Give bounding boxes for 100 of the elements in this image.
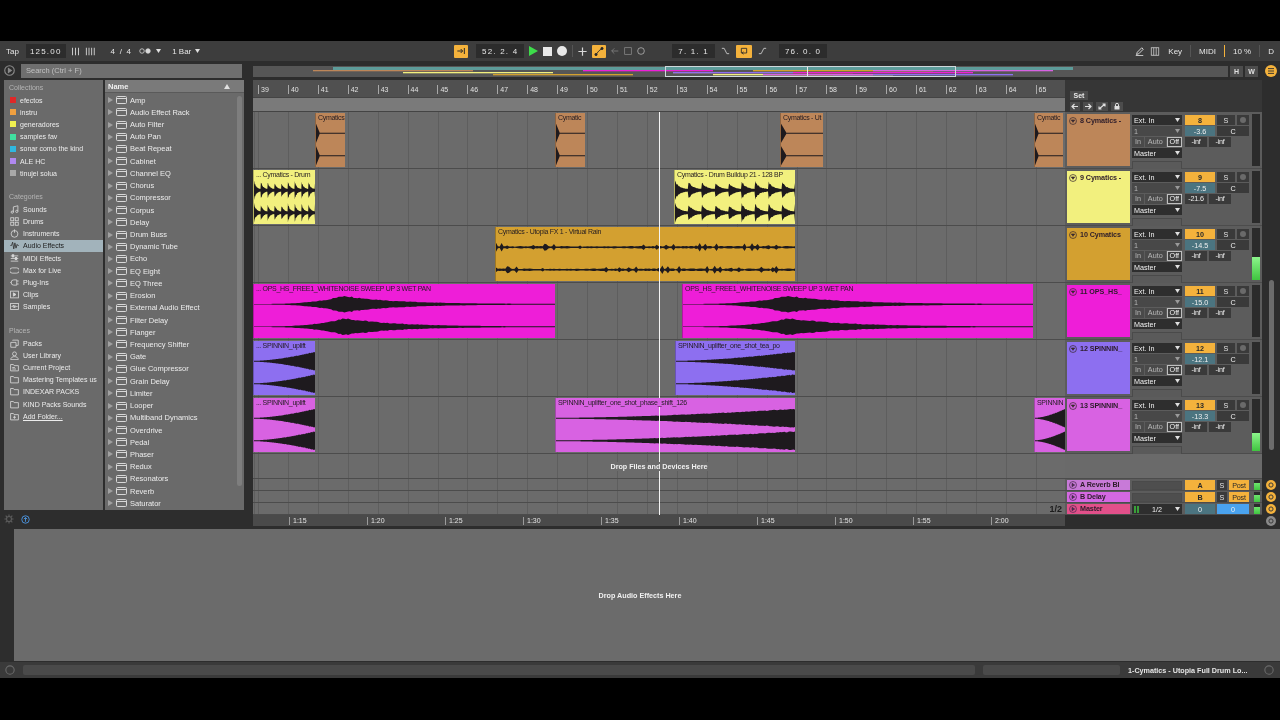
bars-icon[interactable] bbox=[70, 46, 80, 56]
device-icon bbox=[116, 145, 127, 153]
device-icon bbox=[116, 206, 127, 215]
caret-icon bbox=[1175, 232, 1180, 236]
automation-arm-button[interactable] bbox=[592, 44, 607, 58]
circle-caret-right-icon[interactable] bbox=[1069, 480, 1077, 489]
stop-icon[interactable] bbox=[543, 46, 553, 56]
caret-icon bbox=[1175, 507, 1180, 511]
playhead-line[interactable] bbox=[659, 112, 660, 515]
overview-drawing[interactable] bbox=[253, 65, 1228, 77]
time-signature-field[interactable]: 4 / 4 bbox=[108, 44, 135, 58]
caret-icon bbox=[1175, 265, 1180, 269]
play-icon[interactable] bbox=[529, 46, 539, 56]
loop-length-field[interactable]: 76. 0. 0 bbox=[778, 44, 828, 58]
arrow-right-icon[interactable] bbox=[1083, 102, 1093, 111]
device-icon bbox=[116, 96, 127, 105]
waveform-drawing bbox=[1035, 407, 1065, 452]
device-icon bbox=[116, 267, 127, 276]
arm-button[interactable] bbox=[1237, 172, 1249, 182]
caret-icon bbox=[1175, 175, 1180, 179]
device-icon bbox=[116, 230, 127, 239]
device-icon bbox=[116, 487, 127, 496]
device-icon bbox=[116, 193, 127, 202]
device-icon bbox=[116, 364, 127, 373]
device-icon bbox=[116, 377, 127, 386]
loop-button[interactable] bbox=[735, 44, 752, 58]
power-icon bbox=[10, 229, 19, 239]
toggle-circle-icon[interactable] bbox=[1266, 504, 1276, 514]
waveform-drawing bbox=[316, 122, 345, 167]
loop-icon bbox=[10, 265, 19, 275]
circle-caret-right-icon[interactable] bbox=[1069, 492, 1077, 501]
plug-icon bbox=[10, 278, 19, 288]
toggle-circle-icon[interactable] bbox=[1266, 480, 1276, 490]
folder-plus-icon bbox=[10, 411, 19, 421]
caret-icon bbox=[156, 49, 162, 53]
scrollbar-thumb[interactable] bbox=[1268, 280, 1274, 450]
step-up-icon[interactable] bbox=[756, 47, 768, 55]
waveform-drawing bbox=[254, 350, 315, 395]
bars-icon[interactable] bbox=[84, 46, 96, 56]
caret-icon bbox=[1175, 379, 1180, 383]
key-button[interactable]: Key bbox=[1166, 44, 1185, 58]
circle-outline-icon[interactable] bbox=[637, 47, 646, 55]
dot-icon bbox=[1240, 345, 1246, 351]
arm-button[interactable] bbox=[1237, 286, 1249, 296]
pencil-icon[interactable] bbox=[1135, 46, 1145, 56]
device-icon bbox=[116, 316, 127, 325]
sort-up-icon bbox=[224, 83, 230, 89]
person-icon bbox=[10, 350, 19, 360]
circle-play-icon[interactable] bbox=[4, 65, 15, 76]
arm-button[interactable] bbox=[1237, 229, 1249, 239]
tempo-field[interactable]: 125.00 bbox=[25, 44, 66, 58]
zoom-label: 1/2 bbox=[1049, 503, 1062, 514]
waveform-drawing bbox=[254, 407, 315, 452]
caret-icon bbox=[1175, 346, 1180, 350]
stack-icon bbox=[10, 338, 19, 348]
circle-caret-right-icon[interactable] bbox=[1069, 504, 1077, 513]
device-icon bbox=[116, 181, 127, 190]
plus-icon[interactable] bbox=[578, 46, 588, 56]
caret-icon bbox=[1175, 208, 1180, 212]
circle-caret-down-icon[interactable] bbox=[1069, 231, 1077, 239]
keyboard-icon[interactable] bbox=[1150, 46, 1161, 56]
circle-caret-down-icon[interactable] bbox=[1069, 117, 1077, 125]
midi-button[interactable]: MIDI bbox=[1197, 44, 1218, 58]
list-icon[interactable] bbox=[1265, 65, 1277, 77]
circle-arrow-icon[interactable] bbox=[21, 514, 30, 524]
device-icon bbox=[116, 401, 127, 410]
device-icon bbox=[116, 132, 127, 141]
device-icon bbox=[116, 340, 127, 349]
device-icon bbox=[116, 291, 127, 300]
waveform-drawing bbox=[1035, 122, 1063, 167]
follow-button[interactable] bbox=[454, 44, 468, 58]
caret-icon bbox=[1175, 414, 1180, 418]
circle-caret-down-icon[interactable] bbox=[1069, 174, 1077, 182]
lock-icon[interactable] bbox=[1111, 102, 1123, 111]
position-field[interactable]: 52. 2. 4 bbox=[476, 44, 525, 58]
caret-icon bbox=[1175, 436, 1180, 440]
dot-icon bbox=[1240, 117, 1246, 123]
caret-icon bbox=[1175, 186, 1180, 190]
toggle-circle-icon[interactable] bbox=[1266, 516, 1276, 526]
music-note-icon bbox=[10, 204, 19, 214]
expand-icon[interactable] bbox=[1096, 102, 1108, 111]
caret-icon bbox=[1175, 243, 1180, 247]
toggle-circle-icon[interactable] bbox=[1266, 492, 1276, 502]
device-icon bbox=[116, 328, 127, 337]
arm-button[interactable] bbox=[1237, 343, 1249, 353]
square-outline-icon[interactable] bbox=[624, 47, 633, 55]
scrub-area[interactable] bbox=[253, 97, 1065, 112]
waveform-drawing bbox=[556, 122, 585, 167]
tap-button[interactable]: Tap bbox=[4, 44, 21, 58]
dots-icon[interactable] bbox=[139, 48, 152, 54]
circle-caret-down-icon[interactable] bbox=[1069, 402, 1077, 410]
device-icon bbox=[116, 450, 127, 459]
loop-start-field[interactable]: 7. 1. 1 bbox=[672, 44, 715, 58]
step-down-icon[interactable] bbox=[719, 47, 731, 55]
automation-icon bbox=[594, 46, 605, 56]
device-icon bbox=[116, 242, 127, 251]
arm-button[interactable] bbox=[1237, 115, 1249, 125]
record-icon[interactable] bbox=[557, 46, 568, 56]
quantization-menu[interactable]: 1 Bar bbox=[170, 44, 203, 58]
arm-button[interactable] bbox=[1237, 400, 1249, 410]
